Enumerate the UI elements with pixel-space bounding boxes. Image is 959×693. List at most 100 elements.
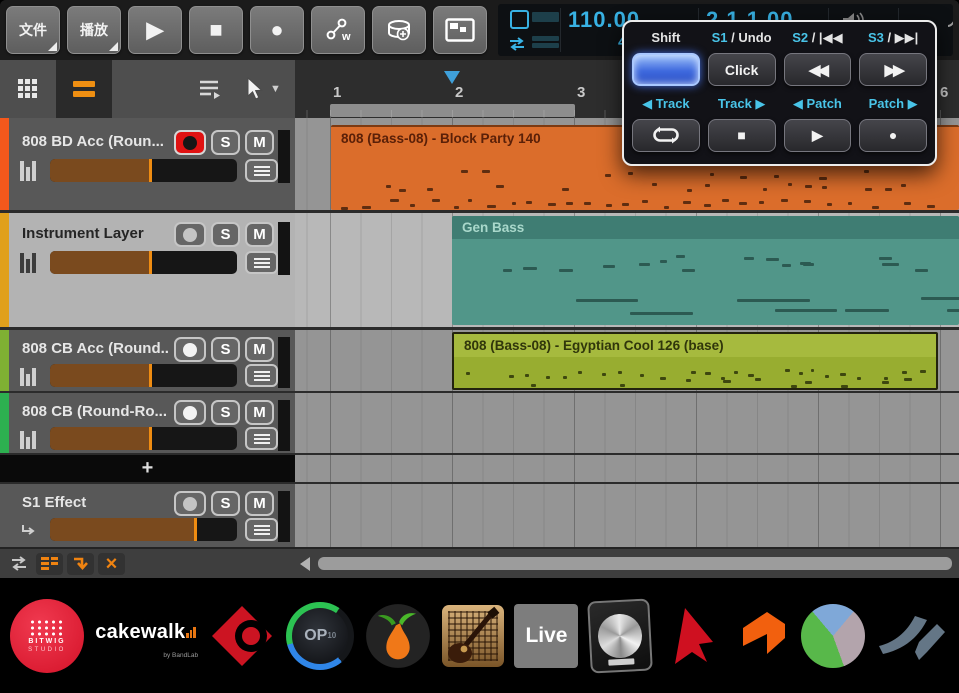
stop-button[interactable]: ■ — [189, 6, 243, 54]
midi-note — [562, 188, 568, 191]
remote-control-popup: Shift S1 / Undo S2 / |◀◀ S3 / ▶▶| Click … — [622, 20, 937, 166]
reaper-icon[interactable] — [801, 604, 865, 668]
shift-label: Shift — [632, 28, 700, 50]
volume-slider[interactable] — [50, 427, 237, 450]
mute-button[interactable]: M — [245, 130, 274, 155]
timeline-lane[interactable]: Gen Bass — [295, 213, 959, 327]
mute-button[interactable]: M — [245, 491, 274, 516]
swap-tracks-button[interactable] — [5, 553, 32, 575]
midi-clip[interactable]: 808 (Bass-08) - Egyptian Cool 126 (base) — [452, 332, 938, 390]
follow-arrow-button[interactable] — [67, 553, 94, 575]
timeline-lane[interactable] — [295, 484, 959, 547]
garageband-icon[interactable] — [442, 605, 504, 667]
piano-icon — [20, 159, 42, 181]
midi-note — [865, 188, 872, 191]
track-menu-button[interactable] — [245, 427, 278, 450]
midi-clip[interactable]: Gen Bass — [452, 216, 959, 325]
timeline-lane[interactable] — [295, 455, 959, 482]
track-menu-button[interactable] — [245, 159, 278, 182]
logic-pro-icon[interactable] — [587, 598, 653, 673]
horizontal-scrollbar[interactable] — [318, 557, 952, 570]
timeline-lane[interactable] — [295, 393, 959, 453]
menu-fold-corner-icon — [109, 42, 118, 51]
midi-note — [739, 202, 747, 205]
playhead-marker[interactable] — [444, 71, 460, 84]
volume-slider[interactable] — [50, 251, 237, 274]
popup-record-button[interactable]: ● — [859, 119, 927, 152]
record-arm-button[interactable] — [174, 337, 206, 362]
solo-button[interactable]: S — [211, 491, 240, 516]
track-header[interactable]: S1 Effect S M — [0, 484, 295, 547]
cubase-icon[interactable] — [208, 602, 276, 670]
track-name[interactable]: 808 CB Acc (Round... — [22, 337, 168, 361]
track-name[interactable]: Instrument Layer — [22, 222, 168, 246]
bitwig-studio-icon[interactable]: BITWIG STUDIO — [10, 599, 84, 673]
play-icon: ▶ — [812, 127, 823, 144]
volume-slider[interactable] — [50, 364, 237, 387]
track-name[interactable]: 808 CB (Round-Ro... — [22, 400, 168, 424]
record-arm-button[interactable] — [174, 222, 206, 247]
fl-studio-icon[interactable] — [364, 602, 432, 670]
pointer-tool-button[interactable]: ▼ — [231, 60, 295, 118]
automation-curve-icon[interactable] — [946, 10, 953, 30]
play-menu-button[interactable]: 播放 — [67, 6, 121, 54]
record-arm-button[interactable] — [174, 491, 206, 516]
vu-meter — [278, 222, 290, 275]
add-track-row: + — [0, 455, 959, 484]
popup-play-button[interactable]: ▶ — [784, 119, 852, 152]
track-header[interactable]: 808 CB Acc (Round... S M — [0, 330, 295, 391]
track-header[interactable]: Instrument Layer S M — [0, 213, 295, 327]
ableton-live-icon[interactable]: Live — [514, 604, 578, 668]
solo-button[interactable]: S — [211, 400, 240, 425]
routing-nodes-icon: w — [325, 17, 351, 43]
orange-daw-icon[interactable] — [735, 606, 791, 666]
record-arm-button[interactable] — [174, 130, 206, 155]
grid-view-button[interactable] — [0, 60, 56, 118]
play-button[interactable]: ▶ — [128, 6, 182, 54]
track-menu-button[interactable] — [245, 364, 278, 387]
close-panel-button[interactable]: × — [98, 553, 125, 575]
mute-button[interactable]: M — [245, 400, 274, 425]
track-header[interactable]: 808 BD Acc (Roun... S M — [0, 118, 295, 210]
track-name[interactable]: 808 BD Acc (Roun... — [22, 130, 168, 154]
add-track-button[interactable]: + — [0, 455, 295, 482]
solo-button[interactable]: S — [211, 222, 240, 247]
click-button[interactable]: Click — [708, 53, 776, 86]
fast-forward-button[interactable]: ▶▶ — [859, 53, 927, 86]
timeline-lane[interactable]: 808 (Bass-08) - Egyptian Cool 126 (base) — [295, 330, 959, 391]
record-button[interactable]: ● — [250, 6, 304, 54]
track-header[interactable]: 808 CB (Round-Ro... S M — [0, 393, 295, 453]
scroll-left-arrow[interactable] — [300, 557, 310, 571]
add-instrument-button[interactable] — [372, 6, 426, 54]
layout-button[interactable] — [433, 6, 487, 54]
shift-button[interactable] — [632, 53, 700, 86]
cakewalk-icon[interactable]: cakewalk by BandLab — [94, 621, 198, 650]
track-menu-button[interactable] — [245, 251, 278, 274]
gray-angular-daw-icon[interactable] — [875, 604, 949, 668]
track-name[interactable]: S1 Effect — [22, 491, 168, 515]
midi-note — [683, 201, 692, 204]
volume-marker — [149, 364, 152, 387]
mute-button[interactable]: M — [245, 337, 274, 362]
loop-button[interactable] — [632, 119, 700, 152]
solo-button[interactable]: S — [211, 337, 240, 362]
record-arm-button[interactable] — [174, 400, 206, 425]
chevron-down-icon[interactable]: ▼ — [270, 83, 281, 95]
solo-button[interactable]: S — [211, 130, 240, 155]
volume-fill — [50, 159, 151, 182]
volume-slider[interactable] — [50, 159, 237, 182]
routing-button[interactable]: w — [311, 6, 365, 54]
mute-button[interactable]: M — [245, 222, 274, 247]
track-menu-button[interactable] — [245, 518, 278, 541]
op-knob-icon[interactable]: OP10 — [286, 602, 354, 670]
red-arrow-daw-icon[interactable] — [661, 602, 725, 670]
volume-slider[interactable] — [50, 518, 237, 541]
arrange-view-tab[interactable] — [56, 60, 112, 118]
track-list-button[interactable] — [189, 60, 231, 118]
popup-stop-button[interactable]: ■ — [708, 119, 776, 152]
file-menu-button[interactable]: 文件 — [6, 6, 60, 54]
track-list-toggle-button[interactable] — [36, 553, 63, 575]
menu-fold-corner-icon — [48, 42, 57, 51]
rewind-button[interactable]: ◀◀ — [784, 53, 852, 86]
loop-range-bar[interactable] — [330, 104, 575, 117]
